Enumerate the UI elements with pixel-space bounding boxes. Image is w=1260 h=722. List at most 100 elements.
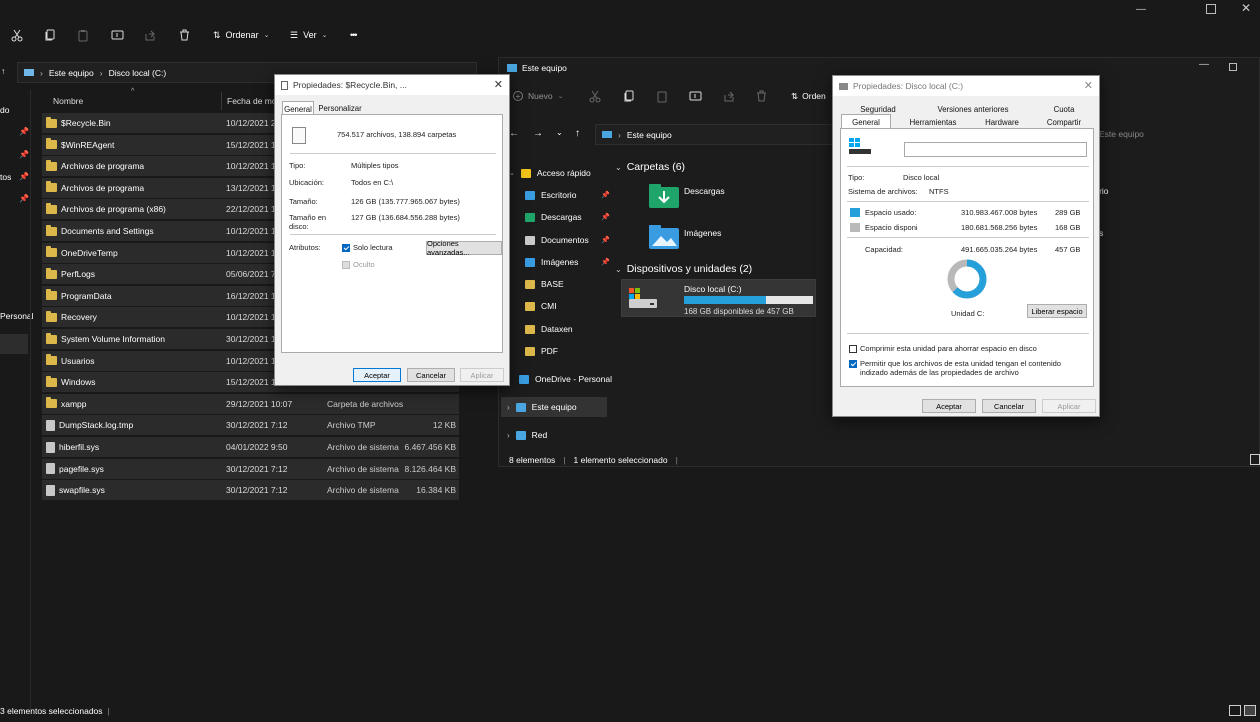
breadcrumb-item[interactable]: Este equipo (49, 68, 94, 78)
column-header-name[interactable]: Nombre (53, 93, 83, 109)
tiles-view-icon[interactable] (1244, 705, 1256, 716)
readonly-checkbox[interactable]: Solo lectura (342, 243, 393, 252)
drives-section-header[interactable]: ⌄ Dispositivos y unidades (2) (615, 263, 752, 275)
nav-item[interactable]: CMI (525, 301, 557, 311)
details-view-icon[interactable] (1250, 454, 1260, 465)
nav-item[interactable]: › Red (507, 430, 547, 440)
drive-name-input[interactable] (904, 142, 1087, 157)
column-header-date[interactable]: Fecha de mo (227, 93, 277, 109)
chevron-right-icon[interactable]: › (507, 403, 510, 412)
share-icon[interactable] (141, 27, 159, 43)
side-fragment[interactable]: do (0, 105, 9, 115)
close-icon[interactable]: ✕ (1084, 79, 1093, 92)
table-row[interactable]: xampp 29/12/2021 10:07 Carpeta de archivos (42, 393, 459, 414)
view-button[interactable]: ☰ Ver ⌄ (290, 27, 327, 43)
advanced-options-button[interactable]: Opciones avanzadas... (426, 239, 502, 257)
side-selected-item[interactable] (0, 334, 28, 354)
tab-tools[interactable]: Herramientas (903, 118, 963, 127)
table-row[interactable]: swapfile.sys 30/12/2021 7:12 Archivo de si… (42, 480, 459, 501)
table-row[interactable]: DumpStack.log.tmp 30/12/2021 7:12 Archivo … (42, 415, 459, 436)
folder-label[interactable]: Imágenes (684, 228, 721, 238)
folder-icon (46, 116, 57, 128)
more-options-button[interactable]: ••• (350, 27, 358, 43)
nav-item[interactable]: Documentos 📌 (525, 235, 610, 245)
nav-item[interactable]: ⌄ Acceso rápido (509, 168, 591, 178)
nav-item[interactable]: BASE (525, 279, 564, 289)
table-row[interactable]: hiberfil.sys 04/01/2022 9:50 Archivo de si… (42, 437, 459, 457)
copy-icon[interactable] (623, 90, 635, 103)
hidden-checkbox[interactable]: Oculto (342, 260, 375, 269)
nav-item[interactable]: Escritorio 📌 (525, 190, 610, 200)
recent-chevron-icon[interactable]: ⌄ (556, 128, 563, 137)
images-folder-icon[interactable] (649, 225, 679, 249)
delete-icon[interactable] (756, 90, 767, 102)
nav-item[interactable]: Imágenes 📌 (525, 257, 610, 267)
maximize-icon[interactable] (1229, 63, 1237, 71)
rename-icon[interactable] (108, 27, 126, 43)
disk-cleanup-button[interactable]: Liberar espacio (1027, 304, 1087, 318)
apply-button[interactable]: Aplicar (460, 368, 504, 382)
folder-label[interactable]: Descargas (684, 186, 725, 196)
forward-arrow-icon[interactable]: → (533, 128, 543, 139)
nav-item[interactable]: › Este equipo (501, 397, 607, 417)
back-arrow-icon[interactable]: ← (509, 128, 519, 139)
ok-button[interactable]: Aceptar (353, 368, 401, 382)
copy-icon[interactable] (41, 27, 59, 43)
checkbox-disabled[interactable] (342, 260, 350, 269)
document-icon (525, 235, 535, 245)
address-bar[interactable]: › Este equipo (595, 124, 835, 145)
side-fragment[interactable]: tos (0, 172, 11, 182)
compress-checkbox[interactable]: Comprimir esta unidad para ahorrar espac… (849, 344, 1037, 353)
folders-section-header[interactable]: ⌄ Carpetas (6) (615, 161, 685, 173)
sort-button[interactable]: ⇅ Orden (791, 91, 826, 102)
sort-button[interactable]: ⇅ Ordenar ⌄ (213, 27, 269, 43)
nav-item[interactable]: Dataxen (525, 324, 573, 334)
tab-security[interactable]: Seguridad (847, 105, 909, 114)
nav-item[interactable]: Descargas 📌 (525, 212, 610, 222)
drive-tile-c[interactable]: Disco local (C:) 168 GB disponibles de 4… (621, 279, 816, 317)
minimize-icon[interactable]: — (1199, 59, 1209, 70)
tab-sharing[interactable]: Compartir (1039, 118, 1089, 127)
cut-icon[interactable] (8, 27, 26, 43)
cancel-button[interactable]: Cancelar (982, 399, 1036, 413)
nav-item[interactable]: PDF (525, 346, 558, 356)
new-button[interactable]: + Nuevo ⌄ (513, 91, 563, 101)
cut-icon[interactable] (589, 90, 601, 103)
checkbox-unchecked[interactable] (849, 344, 857, 353)
download-folder-icon[interactable] (649, 184, 679, 208)
share-icon[interactable] (723, 90, 735, 102)
tab-previous-versions[interactable]: Versiones anteriores (928, 105, 1018, 114)
row-type: Archivo de sistema (327, 442, 399, 452)
tab-customize[interactable]: Personalizar (317, 104, 363, 113)
up-arrow-icon[interactable]: ↑ (1, 66, 5, 76)
tab-quota[interactable]: Cuota (1039, 105, 1089, 114)
rename-icon[interactable] (689, 90, 702, 102)
paste-icon[interactable] (656, 90, 668, 103)
cancel-button[interactable]: Cancelar (407, 368, 455, 382)
close-icon[interactable]: ✕ (494, 78, 503, 91)
up-arrow-icon[interactable]: ↑ (575, 128, 580, 139)
delete-icon[interactable] (175, 27, 193, 43)
details-view-icon[interactable] (1229, 705, 1241, 716)
side-fragment[interactable]: Personal (0, 311, 34, 321)
tab-hardware[interactable]: Hardware (973, 118, 1031, 127)
tab-general[interactable]: General (282, 101, 314, 115)
paste-icon[interactable] (74, 27, 92, 43)
close-icon[interactable]: ✕ (1241, 1, 1251, 15)
ok-button[interactable]: Aceptar (922, 399, 976, 413)
table-row[interactable]: pagefile.sys 30/12/2021 7:12 Archivo de si… (42, 458, 459, 479)
chevron-right-icon[interactable]: › (507, 431, 510, 440)
minimize-icon[interactable]: — (1136, 4, 1148, 16)
breadcrumb-item[interactable]: Este equipo (627, 130, 672, 140)
row-date: 15/12/2021 1 (226, 139, 276, 150)
tab-general[interactable]: General (841, 114, 891, 129)
index-checkbox[interactable]: Permitir que los archivos de esta unidad… (849, 359, 1071, 377)
apply-button[interactable]: Aplicar (1042, 399, 1096, 413)
row-name: $WinREAgent (46, 138, 114, 150)
maximize-icon[interactable] (1206, 4, 1216, 14)
checkbox-checked[interactable] (849, 360, 857, 368)
breadcrumb-item[interactable]: Disco local (C:) (109, 68, 167, 78)
nav-item[interactable]: OneDrive - Personal (519, 374, 612, 384)
search-input[interactable]: Este equipo (1095, 124, 1225, 145)
checkbox-checked[interactable] (342, 243, 350, 252)
